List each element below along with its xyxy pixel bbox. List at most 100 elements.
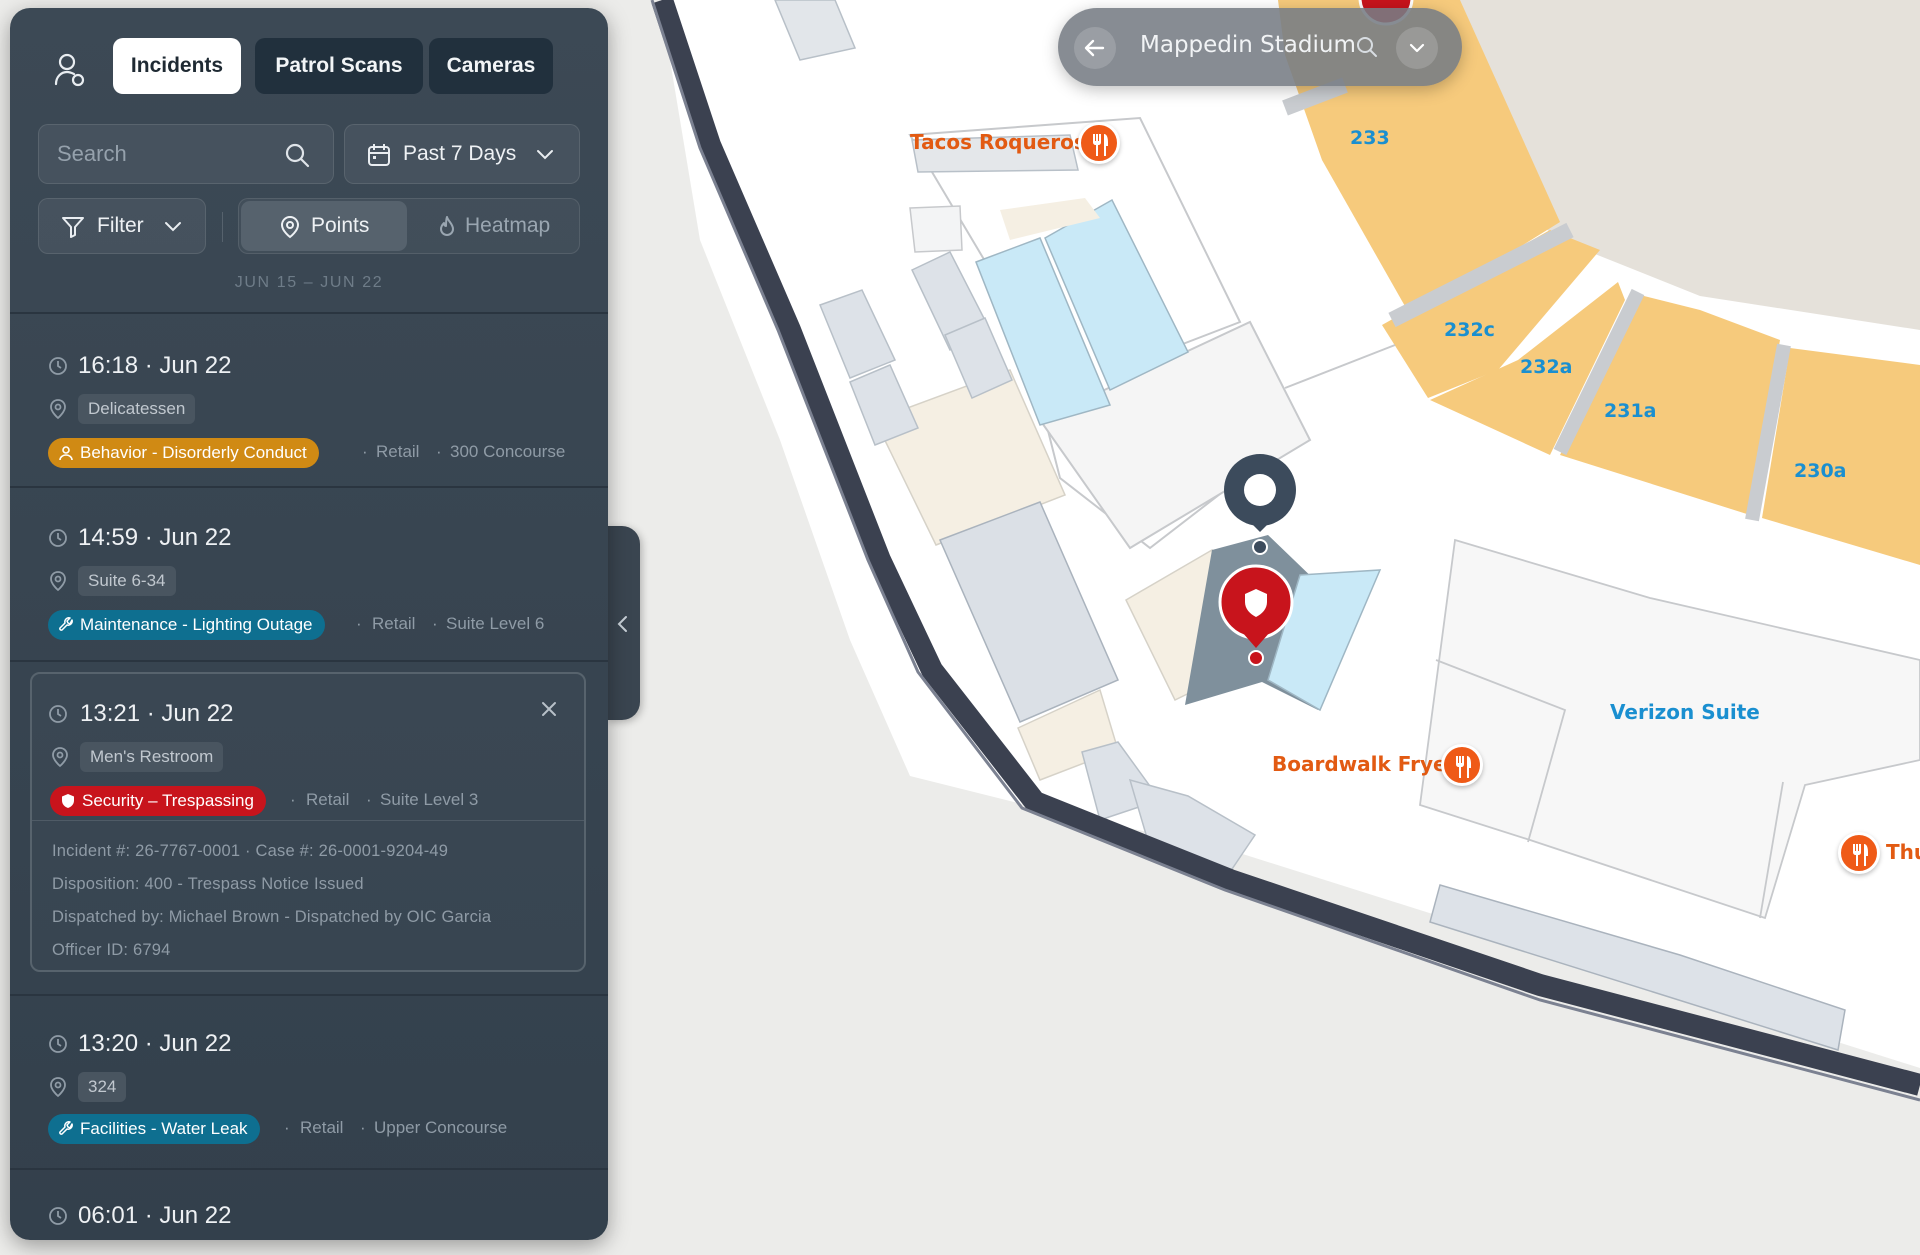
incident-detail: Dispatched by: Michael Brown - Dispatche… [52, 908, 492, 926]
incident-type: Retail [300, 1118, 344, 1137]
date-range-label: Past 7 Days [403, 142, 517, 165]
venue-dropdown-button[interactable] [1396, 27, 1438, 69]
restaurant-icon[interactable] [1838, 832, 1880, 874]
tab-patrol-scans[interactable]: Patrol Scans [255, 38, 423, 94]
incident-detail: Disposition: 400 - Trespass Notice Issue… [52, 875, 364, 893]
chevron-down-icon [165, 222, 181, 232]
incident-time: 06:01 · Jun 22 [78, 1202, 232, 1229]
toggle-heatmap[interactable]: Heatmap [409, 201, 577, 251]
incident-detail: Incident #: 26-7767-0001 · Case #: 26-00… [52, 842, 449, 860]
incident-item[interactable]: 16:18 · Jun 22 Delicatessen Behavior - D… [10, 314, 608, 486]
chevron-down-icon [537, 150, 553, 160]
calendar-icon [368, 144, 390, 166]
incident-time: 14:59 · Jun 22 [78, 524, 232, 551]
divider [10, 660, 608, 662]
meta-dot: · [432, 614, 438, 633]
venue-title: Mappedin Stadium [1140, 32, 1356, 58]
map-pin-icon [50, 399, 66, 420]
section-label: 233 [1350, 127, 1390, 149]
filter-label: Filter [97, 214, 144, 237]
view-toggle: Points Heatmap [238, 198, 580, 254]
category-badge: Security – Trespassing [50, 786, 266, 816]
toggle-points[interactable]: Points [241, 201, 407, 251]
heatmap-label: Heatmap [465, 214, 551, 237]
poi-label[interactable]: Boardwalk Fryer [1272, 752, 1456, 776]
search-icon [285, 143, 310, 168]
clock-icon [49, 1035, 67, 1053]
filter-button[interactable]: Filter [38, 198, 206, 254]
meta-dot: · [356, 614, 362, 633]
meta-dot: · [290, 790, 296, 809]
kiosk [909, 205, 963, 253]
clock-icon [49, 705, 67, 723]
incident-area: Suite Level 3 [380, 790, 479, 809]
incident-type: Retail [372, 614, 416, 633]
map-pin-icon [52, 747, 68, 768]
date-range-button[interactable]: Past 7 Days [344, 124, 580, 184]
restaurant-icon[interactable] [1441, 744, 1483, 786]
chevron-down-icon [1409, 43, 1425, 53]
location-bar: Mappedin Stadium [1058, 8, 1462, 86]
incident-area: Suite Level 6 [446, 614, 545, 633]
clock-icon [49, 1207, 67, 1225]
search-icon[interactable] [1354, 34, 1380, 60]
section-label: 230a [1794, 460, 1847, 482]
clock-icon [49, 529, 67, 547]
incident-detail: Officer ID: 6794 [52, 941, 171, 959]
incident-location: Men's Restroom [80, 742, 224, 772]
points-label: Points [311, 214, 370, 237]
incident-time: 13:20 · Jun 22 [78, 1030, 232, 1057]
incident-time: 13:21 · Jun 22 [80, 700, 234, 727]
meta-dot: · [284, 1118, 290, 1137]
section-label: 231a [1604, 400, 1657, 422]
section-label: 232a [1520, 356, 1573, 378]
incident-location: Suite 6-34 [78, 566, 176, 596]
category-label: Maintenance - Lighting Outage [80, 615, 313, 634]
incident-type: Retail [306, 790, 350, 809]
map-pin-icon [50, 571, 66, 592]
poi-label[interactable]: Thu [1886, 840, 1920, 864]
incident-type: Retail [376, 442, 420, 461]
flame-icon [440, 216, 454, 236]
poi-label[interactable]: Tacos Roqueros [910, 130, 1086, 154]
incident-sidebar: Incidents Patrol Scans Cameras Search Pa… [10, 8, 608, 1240]
incident-item[interactable]: 13:20 · Jun 22 324 Facilities - Water Le… [10, 996, 608, 1168]
card-divider [32, 820, 584, 821]
wrench-icon [59, 617, 73, 631]
wrench-icon [59, 1121, 73, 1135]
clock-icon [49, 357, 67, 375]
meta-dot: · [436, 442, 442, 461]
filter-icon [62, 217, 84, 238]
close-icon[interactable] [538, 698, 560, 720]
incident-area: 300 Concourse [450, 442, 566, 461]
person-icon [59, 446, 73, 461]
arrow-left-icon [1084, 39, 1105, 57]
incident-area: Upper Concourse [374, 1118, 508, 1137]
meta-dot: · [360, 1118, 366, 1137]
suite-label[interactable]: Verizon Suite [1610, 700, 1760, 724]
section-label: 232c [1444, 319, 1495, 341]
incident-item[interactable]: 06:01 · Jun 22 [10, 1170, 608, 1240]
tab-incidents[interactable]: Incidents [113, 38, 241, 94]
officer-icon[interactable] [54, 52, 86, 88]
category-badge: Facilities - Water Leak [48, 1114, 260, 1144]
shield-icon [62, 794, 74, 808]
divider [222, 212, 223, 242]
incident-time: 16:18 · Jun 22 [78, 352, 232, 379]
category-label: Behavior - Disorderly Conduct [80, 443, 307, 462]
date-range-caption: JUN 15 – JUN 22 [234, 274, 384, 291]
category-label: Security – Trespassing [82, 791, 254, 810]
incident-item[interactable]: 14:59 · Jun 22 Suite 6-34 Maintenance - … [10, 488, 608, 660]
incident-location: 324 [78, 1072, 127, 1102]
meta-dot: · [366, 790, 372, 809]
category-badge: Maintenance - Lighting Outage [48, 610, 325, 640]
incident-location: Delicatessen [78, 394, 196, 424]
back-button[interactable] [1074, 27, 1116, 69]
restaurant-icon[interactable] [1078, 122, 1120, 164]
collapse-panel-button[interactable] [606, 526, 640, 720]
tab-cameras[interactable]: Cameras [429, 38, 553, 94]
search-input[interactable]: Search [38, 124, 334, 184]
map-pin-icon [50, 1077, 66, 1098]
map-pin-icon [280, 215, 300, 239]
category-badge: Behavior - Disorderly Conduct [48, 438, 319, 468]
